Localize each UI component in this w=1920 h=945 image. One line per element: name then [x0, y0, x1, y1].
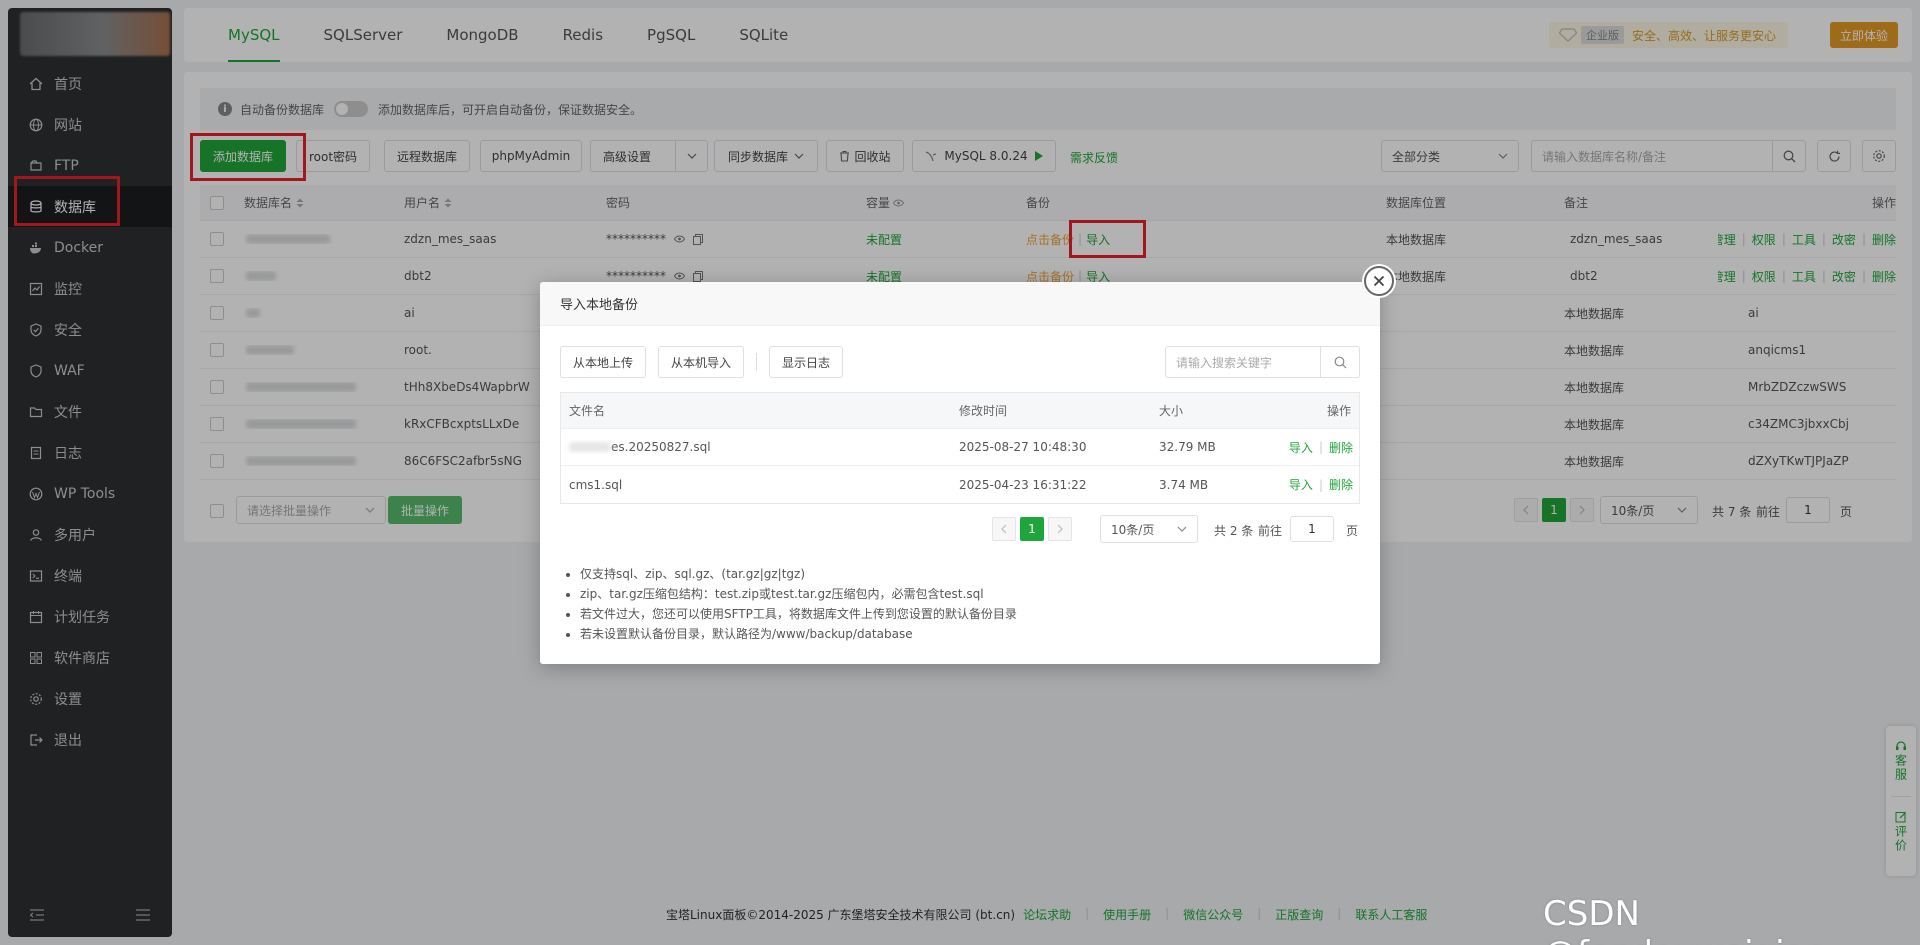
import-backup-dialog: 导入本地备份 从本地上传 从本机导入 显示日志 请输入搜索关键字 文件名 修改时… [540, 282, 1380, 664]
watermark: CSDN @fendouweiqian [1543, 894, 1827, 945]
goto-page-input[interactable]: 1 [1290, 516, 1334, 542]
chevron-down-icon [1177, 526, 1187, 532]
page-size-select[interactable]: 10条/页 [1100, 515, 1198, 543]
show-log-button[interactable]: 显示日志 [769, 346, 843, 378]
backup-file-row: cms1.sql 2025-04-23 16:31:22 3.74 MB 导入 |… [569, 476, 1353, 493]
close-icon [1373, 275, 1385, 287]
backup-file-row: es.20250827.sql 2025-08-27 10:48:30 32.7… [561, 429, 1359, 466]
delete-file-link[interactable]: 删除 [1329, 439, 1353, 456]
upload-local-button[interactable]: 从本地上传 [560, 346, 646, 378]
backup-search-button[interactable] [1320, 346, 1360, 378]
backup-pagination: 1 10条/页 共 2 条 前往 1 页 [540, 514, 1380, 544]
prev-page-button[interactable] [992, 517, 1016, 541]
search-icon [1321, 347, 1359, 377]
dialog-title: 导入本地备份 [540, 282, 1380, 326]
import-from-server-button[interactable]: 从本机导入 [658, 346, 744, 378]
file-name-redacted [569, 442, 611, 452]
import-notes: 仅支持sql、zip、sql.gz、(tar.gz|gz|tgz) zip、ta… [580, 564, 1017, 644]
backup-search-input[interactable]: 请输入搜索关键字 [1165, 346, 1321, 378]
next-page-button[interactable] [1048, 517, 1072, 541]
total-count: 共 2 条 [1214, 524, 1254, 538]
delete-file-link[interactable]: 删除 [1329, 476, 1353, 493]
page-number[interactable]: 1 [1020, 517, 1044, 541]
backup-file-table: 文件名 修改时间 大小 操作 es.20250827.sql 2025-08-2… [560, 392, 1360, 504]
import-file-link[interactable]: 导入 [1289, 476, 1313, 493]
backup-table-header: 文件名 修改时间 大小 操作 [561, 393, 1359, 429]
import-file-link[interactable]: 导入 [1289, 439, 1313, 456]
close-dialog-button[interactable] [1364, 266, 1394, 296]
